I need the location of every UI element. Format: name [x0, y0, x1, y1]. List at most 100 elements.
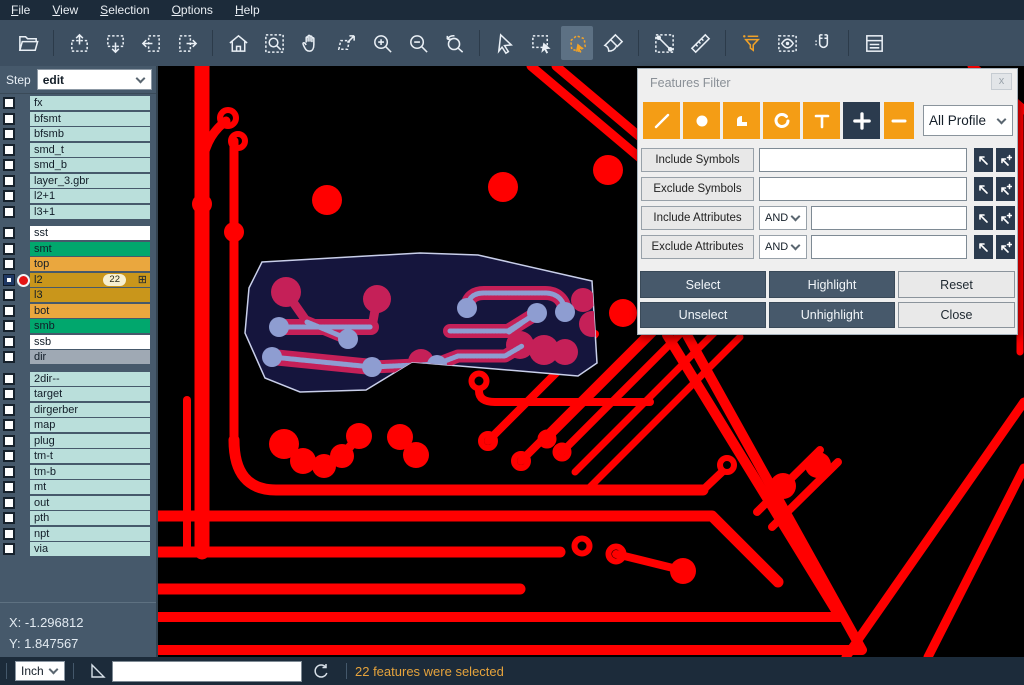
features-filter-button[interactable] — [735, 26, 767, 60]
layer-visibility-checkbox[interactable] — [3, 144, 15, 156]
layer-row-ssb[interactable]: ssb ⊞ — [0, 335, 156, 351]
layer-name[interactable]: out — [30, 496, 150, 510]
command-input[interactable] — [112, 661, 302, 682]
layer-row-2dir--[interactable]: 2dir-- ⊞ — [0, 372, 156, 388]
drag-view-button[interactable] — [330, 26, 362, 60]
menu-item-options[interactable]: Options — [161, 0, 224, 20]
menu-item-help[interactable]: Help — [224, 0, 271, 20]
layer-visibility-checkbox[interactable] — [3, 97, 15, 109]
shift-up-button[interactable] — [63, 26, 95, 60]
view-box-button[interactable] — [771, 26, 803, 60]
include-attributes-input[interactable] — [811, 206, 967, 230]
layer-visibility-checkbox[interactable] — [3, 258, 15, 270]
select-polygon-button[interactable] — [561, 26, 593, 60]
layer-visibility-checkbox[interactable] — [3, 227, 15, 239]
layer-name[interactable]: layer_3.gbr — [30, 174, 150, 188]
layer-visibility-checkbox[interactable] — [3, 466, 15, 478]
layer-name[interactable]: top — [30, 257, 150, 271]
pick-attribute-add-button[interactable] — [996, 206, 1015, 230]
layer-name[interactable]: smd_t — [30, 143, 150, 157]
layer-name[interactable]: target — [30, 387, 150, 401]
layer-name[interactable]: l3 — [30, 288, 150, 302]
layer-row-pth[interactable]: pth ⊞ — [0, 511, 156, 527]
layer-visibility-checkbox[interactable] — [3, 404, 15, 416]
layer-name[interactable]: plug — [30, 434, 150, 448]
filter-positive-button[interactable] — [843, 102, 880, 139]
pick-attribute-button[interactable] — [974, 206, 993, 230]
layer-visibility-checkbox[interactable] — [3, 373, 15, 385]
layer-name[interactable]: pth — [30, 511, 150, 525]
menu-item-file[interactable]: File — [0, 0, 41, 20]
ruler-button[interactable] — [684, 26, 716, 60]
layer-row-plug[interactable]: plug ⊞ — [0, 434, 156, 450]
layer-visibility-checkbox[interactable] — [3, 481, 15, 493]
include-symbols-button[interactable]: Include Symbols — [641, 148, 754, 172]
unselect-button[interactable]: Unselect — [640, 302, 766, 328]
layer-visibility-checkbox[interactable] — [3, 419, 15, 431]
close-button[interactable]: Close — [898, 302, 1015, 328]
layer-row-mt[interactable]: mt ⊞ — [0, 480, 156, 496]
layer-row-bfsmb[interactable]: bfsmb ⊞ — [0, 127, 156, 143]
profile-select[interactable]: All Profile — [923, 105, 1013, 136]
layer-visibility-checkbox[interactable] — [3, 543, 15, 555]
layer-row-via[interactable]: via ⊞ — [0, 542, 156, 558]
layer-name[interactable]: bot — [30, 304, 150, 318]
refresh-icon[interactable] — [312, 662, 330, 680]
zoom-out-button[interactable] — [402, 26, 434, 60]
layer-visibility-checkbox[interactable] — [3, 512, 15, 524]
layer-name[interactable]: smd_b — [30, 158, 150, 172]
unhighlight-button[interactable]: Unhighlight — [769, 302, 895, 328]
layer-name[interactable]: bfsmt — [30, 112, 150, 126]
layer-name[interactable]: npt — [30, 527, 150, 541]
step-select[interactable]: edit — [37, 69, 152, 90]
layer-name[interactable]: 2dir-- — [30, 372, 150, 386]
layer-visibility-checkbox[interactable] — [3, 289, 15, 301]
layer-visibility-checkbox[interactable] — [3, 497, 15, 509]
layer-row-fx[interactable]: fx ⊞ — [0, 96, 156, 112]
pick-symbol-button[interactable] — [974, 177, 993, 201]
layer-row-bot[interactable]: bot ⊞ — [0, 304, 156, 320]
layer-name[interactable]: tm-b — [30, 465, 150, 479]
layer-row-sst[interactable]: sst ⊞ — [0, 226, 156, 242]
layer-row-npt[interactable]: npt ⊞ — [0, 527, 156, 543]
zoom-previous-button[interactable] — [438, 26, 470, 60]
include-attributes-button[interactable]: Include Attributes — [641, 206, 754, 230]
layer-name[interactable]: via — [30, 542, 150, 556]
layer-row-l3+1[interactable]: l3+1 ⊞ — [0, 205, 156, 221]
layer-visibility-checkbox[interactable] — [3, 113, 15, 125]
layer-row-target[interactable]: target ⊞ — [0, 387, 156, 403]
layer-visibility-checkbox[interactable] — [3, 159, 15, 171]
dialog-close-button[interactable]: x — [991, 73, 1012, 90]
layer-name[interactable]: smt — [30, 242, 150, 256]
include-attributes-logic-select[interactable]: AND — [759, 206, 807, 230]
exclude-attributes-button[interactable]: Exclude Attributes — [641, 235, 754, 259]
layer-name[interactable]: map — [30, 418, 150, 432]
exclude-attributes-input[interactable] — [811, 235, 967, 259]
layers-form-button[interactable] — [858, 26, 890, 60]
layer-row-out[interactable]: out ⊞ — [0, 496, 156, 512]
layer-row-layer_3.gbr[interactable]: layer_3.gbr ⊞ — [0, 174, 156, 190]
layer-row-dirgerber[interactable]: dirgerber ⊞ — [0, 403, 156, 419]
clean-brush-button[interactable] — [597, 26, 629, 60]
filter-negative-button[interactable] — [884, 102, 914, 139]
layer-name[interactable]: l2+1 — [30, 189, 150, 203]
pick-attribute-button[interactable] — [974, 235, 993, 259]
unit-select[interactable]: Inch — [15, 661, 65, 681]
layer-visibility-checkbox[interactable] — [3, 388, 15, 400]
layer-visibility-checkbox[interactable] — [3, 175, 15, 187]
layer-name[interactable]: dir — [30, 350, 150, 364]
layer-name[interactable]: mt — [30, 480, 150, 494]
layer-name[interactable]: fx — [30, 96, 150, 110]
pan-button[interactable] — [294, 26, 326, 60]
layer-row-tm-b[interactable]: tm-b ⊞ — [0, 465, 156, 481]
layer-visibility-checkbox[interactable] — [3, 305, 15, 317]
home-view-button[interactable] — [222, 26, 254, 60]
layer-visibility-checkbox[interactable] — [3, 128, 15, 140]
pick-symbol-add-button[interactable] — [996, 177, 1015, 201]
layer-visibility-checkbox[interactable] — [3, 528, 15, 540]
filter-text-button[interactable] — [803, 102, 840, 139]
layer-visibility-checkbox[interactable] — [3, 351, 15, 363]
filter-surfaces-button[interactable] — [723, 102, 760, 139]
open-file-button[interactable] — [12, 26, 44, 60]
exclude-attributes-logic-select[interactable]: AND — [759, 235, 807, 259]
